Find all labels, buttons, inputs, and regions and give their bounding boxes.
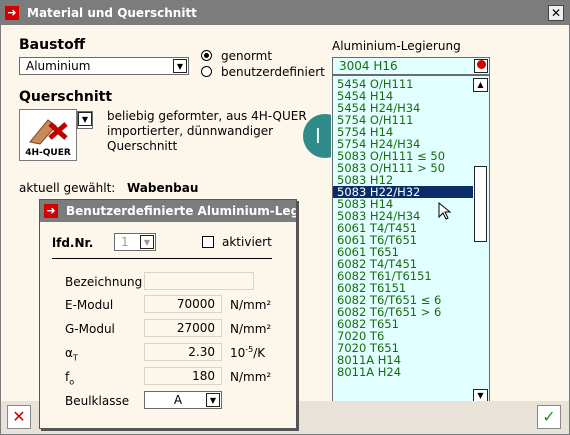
emodul-unit: N/mm² [230, 298, 272, 312]
emodul-field[interactable]: 70000 [144, 295, 222, 313]
legierung-value: 3004 H16 [339, 59, 398, 73]
svg-text:I: I [315, 124, 321, 148]
scroll-up-button[interactable]: ▲ [473, 78, 488, 92]
dialog-divider [52, 258, 272, 259]
window-title: Material und Querschnitt [27, 6, 197, 20]
legierung-list[interactable]: 5454 O/H111 5454 H14 5454 H24/H34 5754 O/H1… [332, 75, 490, 405]
aktiviert-label: aktiviert [222, 235, 272, 249]
querschnitt-button[interactable]: 4H-QUER [19, 109, 77, 161]
lfdnr-label: lfd.Nr. [52, 236, 94, 250]
baustoff-label: Baustoff [19, 37, 86, 53]
cancel-button[interactable]: ✕ [7, 405, 31, 429]
window-arrow-icon: ➜ [5, 6, 19, 20]
legierung-list-item[interactable]: 8011A H24 [333, 366, 474, 378]
querschnitt-label: Querschnitt [19, 89, 113, 105]
lfdnr-select[interactable]: 1 ▼ [114, 233, 156, 251]
lfdnr-value: 1 [121, 235, 129, 249]
fo-field[interactable]: 180 [144, 367, 222, 385]
current-value: Wabenbau [127, 181, 199, 195]
title-bar: ➜ Material und Querschnitt ✕ [1, 1, 569, 25]
bezeichnung-label: Bezeichnung [65, 275, 143, 289]
chevron-down-icon[interactable]: ▼ [173, 59, 187, 73]
mouse-cursor-icon [438, 201, 452, 220]
beulklasse-value: A [173, 393, 183, 407]
chevron-down-icon[interactable]: ▼ [78, 112, 92, 126]
dialog-arrow-icon: ➜ [44, 204, 58, 218]
close-window-button[interactable]: ✕ [548, 5, 564, 21]
radio-benutzerdefiniert[interactable] [201, 66, 212, 77]
alpha-unit: 10-5/K [230, 345, 266, 360]
baustoff-value: Aluminium [26, 59, 91, 73]
benutzer-legierung-dialog: ➜ Benutzerdefinierte Aluminium-Leg... lf… [39, 199, 297, 429]
fo-unit: N/mm² [230, 370, 272, 384]
fo-label: fo [65, 370, 75, 387]
list-scrollbar[interactable]: ▲ ▼ [473, 78, 488, 403]
gmodul-label: G-Modul [65, 322, 115, 336]
legierung-select[interactable]: 3004 H16 [332, 57, 490, 75]
legierung-status-icon[interactable] [474, 59, 488, 73]
chevron-down-icon[interactable]: ▼ [140, 235, 154, 249]
gmodul-unit: N/mm² [230, 322, 272, 336]
querschnitt-desc-line2: importierter, dünnwandiger [107, 124, 274, 138]
legierung-label: Aluminium-Legierung [332, 39, 461, 53]
aktiviert-checkbox[interactable] [202, 236, 214, 248]
radio-genormt[interactable] [201, 50, 212, 61]
alpha-field[interactable]: 2.30 [144, 343, 222, 361]
bezeichnung-field[interactable] [144, 272, 254, 290]
scroll-thumb[interactable] [474, 166, 487, 242]
querschnitt-desc-line1: beliebig geformter, aus 4H-QUER [107, 109, 307, 123]
querschnitt-desc-line3: Querschnitt [107, 139, 178, 153]
emodul-label: E-Modul [65, 298, 114, 312]
chevron-down-icon[interactable]: ▼ [206, 393, 220, 407]
ok-button[interactable]: ✓ [537, 405, 561, 429]
baustoff-select[interactable]: Aluminium ▼ [19, 57, 189, 75]
gmodul-field[interactable]: 27000 [144, 319, 222, 337]
profile-icon [29, 119, 68, 145]
beulklasse-label: Beulklasse [65, 394, 130, 408]
beulklasse-select[interactable]: A ▼ [144, 391, 222, 409]
querschnitt-dropdown[interactable]: ▼ [77, 111, 93, 129]
radio-benutzerdefiniert-label: benutzerdefiniert [221, 65, 325, 79]
current-label: aktuell gewählt: [19, 181, 116, 195]
main-window: ➜ Material und Querschnitt ✕ Baustoff Al… [0, 0, 570, 435]
querschnitt-icon-caption: 4H-QUER [25, 148, 71, 158]
info-globe-icon[interactable]: I [301, 113, 331, 159]
dialog-title: Benutzerdefinierte Aluminium-Leg... [66, 204, 296, 218]
dialog-title-bar: ➜ Benutzerdefinierte Aluminium-Leg... [40, 200, 296, 222]
alpha-label: αT [65, 346, 78, 363]
radio-genormt-label: genormt [221, 49, 273, 63]
